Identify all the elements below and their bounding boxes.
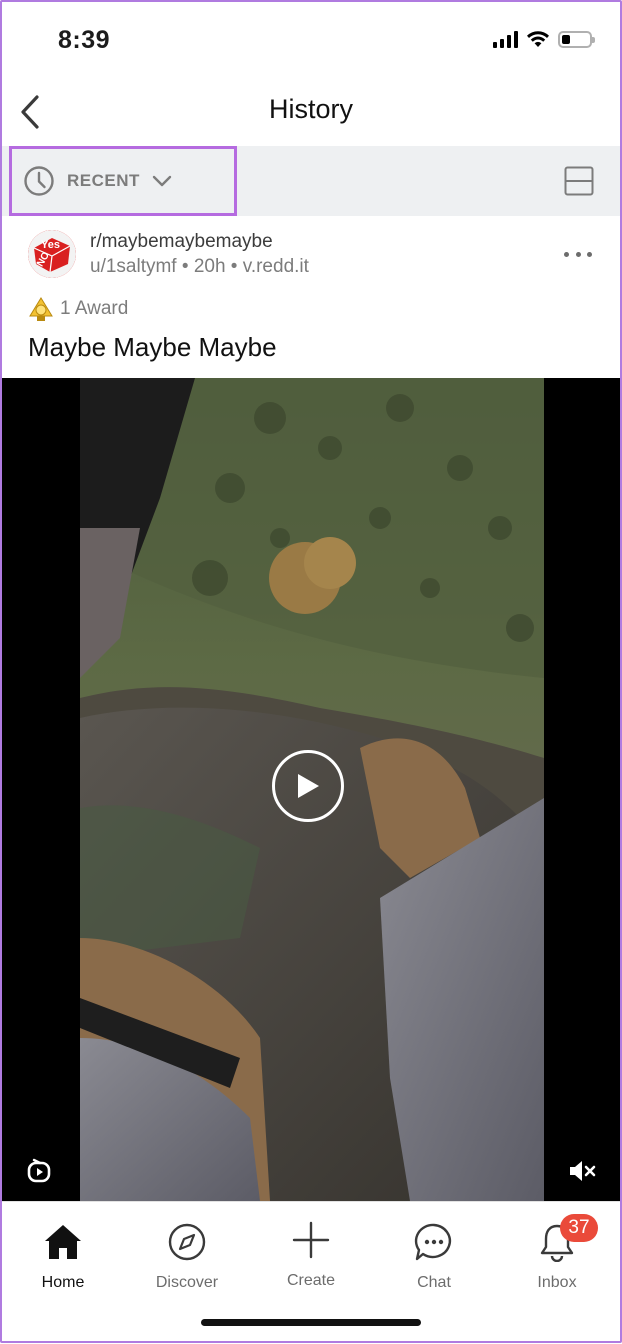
video-player[interactable]: [2, 378, 620, 1201]
sort-label: RECENT: [67, 171, 140, 190]
compass-icon: [132, 1220, 242, 1264]
tab-label: Discover: [155, 1274, 219, 1291]
plus-icon: [256, 1218, 366, 1262]
dot: [564, 251, 569, 257]
award-row[interactable]: 1 Award: [28, 296, 128, 322]
clock-icon: [24, 166, 54, 196]
battery-icon: [558, 30, 595, 48]
status-time: 8:39: [58, 26, 111, 54]
tab-label: Home: [41, 1274, 85, 1291]
post-card: Yes NO r/maybemaybemaybe u/1saltymf • 20…: [0, 216, 622, 376]
play-button[interactable]: [272, 750, 344, 822]
dot: [587, 251, 592, 257]
subreddit-avatar[interactable]: Yes NO: [28, 230, 76, 278]
award-label: 1 Award: [60, 298, 129, 319]
chevron-down-icon: [152, 175, 172, 187]
mute-icon[interactable]: [568, 1158, 596, 1184]
tab-create[interactable]: Create: [256, 1218, 366, 1290]
post-age: 20h: [193, 256, 226, 277]
tab-label: Create: [286, 1272, 336, 1289]
post-author[interactable]: u/1saltymf: [90, 256, 177, 277]
meta-separator: •: [230, 256, 243, 277]
status-icons: [493, 30, 595, 48]
tab-label: Chat: [417, 1274, 451, 1291]
avatar-text-yes: Yes: [41, 239, 60, 251]
signal-icon: [493, 30, 518, 48]
inbox-badge: 37: [560, 1214, 598, 1242]
tab-chat[interactable]: Chat: [379, 1220, 489, 1292]
tab-label: Inbox: [537, 1274, 577, 1291]
post-title[interactable]: Maybe Maybe Maybe: [28, 332, 277, 363]
card-layout-icon: [564, 166, 594, 196]
page-title: History: [268, 94, 353, 124]
nav-header: History: [0, 80, 622, 146]
card-view-button[interactable]: [564, 166, 594, 196]
status-bar: 8:39: [0, 0, 622, 80]
chat-icon: [379, 1220, 489, 1264]
meta-separator: •: [181, 256, 194, 277]
more-options-button[interactable]: [564, 244, 592, 264]
tab-home[interactable]: Home: [8, 1220, 118, 1292]
sort-recent-button[interactable]: RECENT: [9, 146, 237, 216]
wifi-icon: [527, 31, 549, 47]
replay-icon[interactable]: [26, 1158, 52, 1184]
home-indicator: [201, 1319, 421, 1326]
tab-discover[interactable]: Discover: [132, 1220, 242, 1292]
dot: [575, 251, 581, 257]
subreddit-name[interactable]: r/maybemaybemaybe: [90, 231, 273, 253]
home-icon: [8, 1220, 118, 1264]
post-meta: u/1saltymf • 20h • v.redd.it: [90, 256, 309, 278]
battery-fill: [562, 34, 570, 44]
dice-avatar-icon: [28, 230, 76, 278]
post-domain[interactable]: v.redd.it: [243, 256, 309, 277]
award-icon: [29, 297, 53, 321]
tab-inbox[interactable]: 37 Inbox: [502, 1214, 612, 1292]
play-icon: [298, 774, 319, 798]
sort-bar: RECENT: [0, 146, 622, 216]
